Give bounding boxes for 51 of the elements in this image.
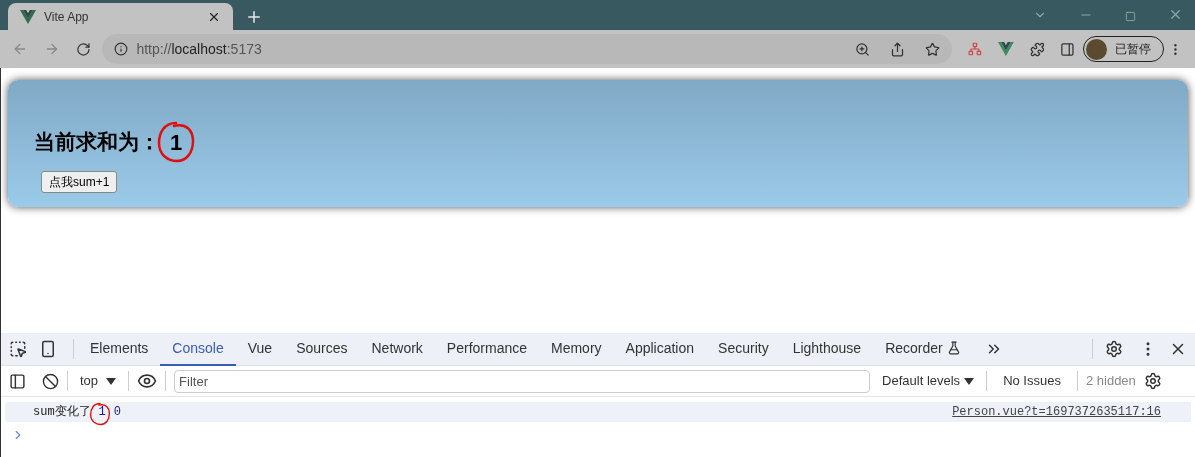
settings-icon[interactable] <box>1105 340 1123 358</box>
increment-button[interactable]: 点我sum+1 <box>41 171 118 193</box>
tab-title: Vite App <box>44 8 90 26</box>
devtools-tab[interactable]: Network <box>359 332 435 366</box>
v-logo-icon <box>20 9 36 24</box>
new-tab-icon[interactable] <box>245 8 263 26</box>
devtools-tab[interactable]: Lighthouse <box>780 332 874 366</box>
dropdown-caret-icon <box>106 377 117 385</box>
extension-icon[interactable] <box>967 42 982 56</box>
profile-label: 已暂停 <box>1115 41 1152 58</box>
address-bar[interactable]: http://localhost:5173 <box>102 34 952 64</box>
message-value: 0 <box>113 405 121 419</box>
close-window-icon[interactable] <box>1168 7 1183 22</box>
eye-icon[interactable] <box>137 371 158 391</box>
devtools-tab[interactable]: Sources <box>284 332 360 366</box>
url-text: http://localhost:5173 <box>136 39 262 59</box>
reload-icon[interactable] <box>75 41 91 57</box>
devtools-tab[interactable]: Performance <box>434 332 539 366</box>
v-logo-icon[interactable] <box>997 42 1014 56</box>
side-panel-icon[interactable] <box>1060 41 1076 57</box>
issues-button[interactable]: No Issues <box>995 371 1069 391</box>
devtools-tab[interactable]: Memory <box>539 332 614 366</box>
filter-field[interactable]: Filter <box>174 369 871 393</box>
device-icon[interactable] <box>39 340 57 358</box>
info-icon <box>114 42 129 56</box>
puzzle-icon[interactable] <box>1029 41 1045 57</box>
source-link[interactable]: Person.vue?t=1697372635117:16 <box>952 403 1161 421</box>
sidebar-toggle-icon[interactable] <box>9 372 26 390</box>
devtools-tab[interactable]: Vue <box>235 332 285 366</box>
sum-value: 1 <box>169 128 183 157</box>
levels-dropdown[interactable]: Default levels <box>878 371 979 391</box>
devtools-tab[interactable]: Application <box>613 332 707 366</box>
zoom-icon[interactable] <box>854 41 870 57</box>
browser-tab[interactable]: Vite App <box>8 3 233 30</box>
context-dropdown[interactable]: top <box>76 371 121 391</box>
message-value: 1 <box>98 405 106 419</box>
dropdown-caret-icon <box>964 377 975 385</box>
devtools-tab[interactable]: Recorder <box>873 332 973 366</box>
sum-heading: 当前求和为： <box>34 129 160 156</box>
flask-icon <box>946 341 961 355</box>
clear-icon[interactable] <box>42 372 59 390</box>
hidden-count: 2 hidden <box>1085 372 1136 391</box>
restore-icon[interactable] <box>1125 11 1136 22</box>
inspect-icon[interactable] <box>9 340 27 358</box>
devtools-tab[interactable]: Elements <box>78 332 161 366</box>
devtools-tab[interactable]: Security <box>706 332 781 366</box>
share-icon[interactable] <box>889 41 905 57</box>
avatar <box>1086 38 1108 60</box>
message-text: sum变化了 <box>33 404 91 421</box>
star-icon[interactable] <box>924 41 940 57</box>
console-settings-icon[interactable] <box>1143 372 1162 390</box>
